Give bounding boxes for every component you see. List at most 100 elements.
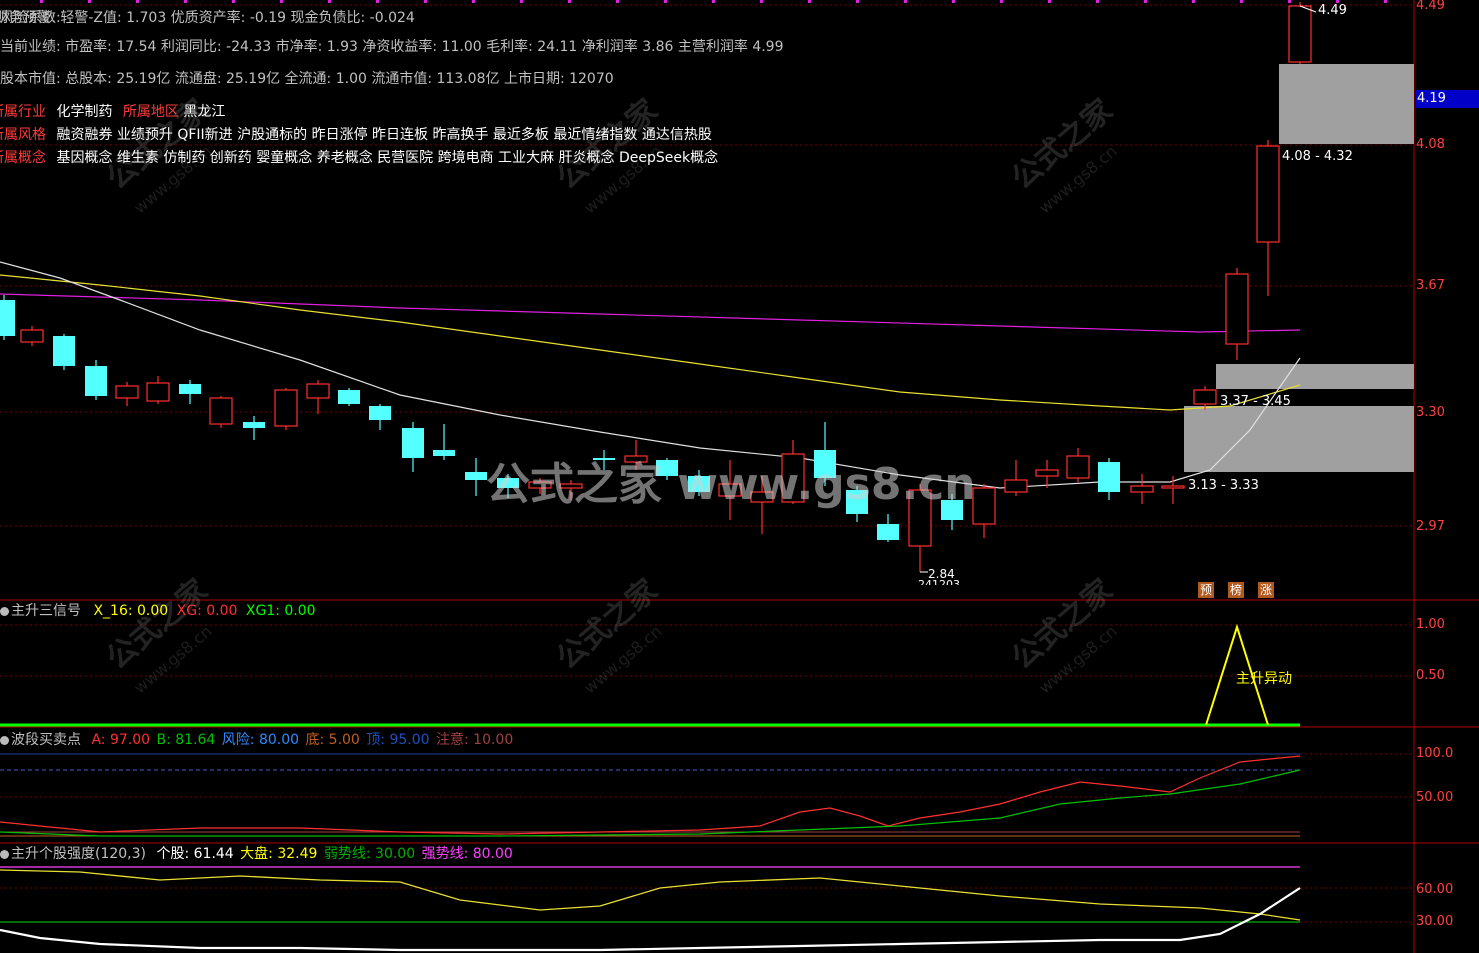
concept-line: 所属概念 基因概念 维生素 仿制药 创新药 婴童概念 养老概念 民营医院 跨境电… <box>0 149 718 167</box>
region-label: 所属地区 <box>122 104 179 120</box>
industry-value: 化学制药 <box>56 104 113 120</box>
candle-body <box>908 489 932 547</box>
indicator-dot-icon[interactable] <box>0 849 9 859</box>
candle-body <box>85 366 107 396</box>
axis-tick: 60.00 <box>1416 882 1454 897</box>
top-tick <box>1144 0 1147 3</box>
candle-body <box>750 491 774 503</box>
candle-body <box>593 458 615 460</box>
signal-tag: 预 <box>1198 582 1214 598</box>
top-tick <box>424 0 427 3</box>
candle-body <box>146 382 170 402</box>
candle-body <box>1193 389 1217 405</box>
candle-body <box>688 476 710 492</box>
candle-body <box>718 483 742 497</box>
top-tick <box>1000 0 1003 3</box>
ind2-item: A: 97.00 <box>91 732 151 748</box>
top-tick <box>664 0 667 3</box>
price-tick: 4.49 <box>1416 0 1445 13</box>
top-tick <box>568 0 571 3</box>
industry-label: 所属行业 <box>0 104 46 120</box>
candle-body <box>1035 469 1059 477</box>
ind1-item: X_16: 0.00 <box>93 603 169 619</box>
price-tick: 4.08 <box>1416 137 1445 152</box>
top-tick <box>520 0 523 3</box>
ma-line-magenta <box>0 293 1301 333</box>
ind2-item: 顶: 95.00 <box>366 732 430 748</box>
candle-body <box>1098 462 1120 492</box>
ind3-item: 强势线: 80.00 <box>421 846 513 862</box>
top-tick <box>184 0 187 3</box>
candle-body <box>20 329 44 343</box>
indicator-dot-icon[interactable] <box>0 735 9 745</box>
ind2-item: 风险: 80.00 <box>221 732 300 748</box>
top-tick <box>1288 0 1291 3</box>
signal-tag: 榜 <box>1228 582 1244 598</box>
lower-zone-label: 3.13 - 3.33 <box>1188 478 1259 493</box>
price-tick: 2.97 <box>1416 519 1445 534</box>
ind2-item: 底: 5.00 <box>305 732 360 748</box>
candle-body <box>624 455 648 463</box>
candle-body <box>846 490 868 514</box>
current-price-badge: 4.19 <box>1416 90 1479 108</box>
market-cap-info-line: 股本市值: 总股本: 25.19亿 流通盘: 25.19亿 全流通: 1.00 … <box>0 71 614 87</box>
candle-body <box>243 422 265 428</box>
candle-body <box>656 460 678 476</box>
candle-body <box>0 300 15 336</box>
axis-tick: 30.00 <box>1416 914 1454 929</box>
candle-body <box>369 406 391 420</box>
concept-value: 基因概念 维生素 仿制药 创新药 婴童概念 养老概念 民营医院 跨境电商 工业大… <box>56 150 719 166</box>
indicator1-header: 主升三信号 X_16: 0.00 XG: 0.00 XG1: 0.00 <box>0 602 316 620</box>
ind3-item: 个股: 61.44 <box>156 846 234 862</box>
mid-zone-label: 3.37 - 3.45 <box>1220 394 1291 409</box>
candle-body <box>433 450 455 456</box>
top-tick <box>472 0 475 3</box>
top-tick <box>616 0 619 3</box>
risk-info-line: 风险系数: 财务预警: 轻警-Z值: 1.703 优质资产率: -0.19 现金… <box>0 10 415 26</box>
indicator-dot-icon[interactable] <box>0 606 9 616</box>
axis-tick: 0.50 <box>1416 668 1445 683</box>
top-tick <box>280 0 283 3</box>
candle-body <box>465 472 487 480</box>
high-price-label: 4.49 <box>1318 3 1347 18</box>
ind3-item: 大盘: 32.49 <box>240 846 318 862</box>
candle-body <box>1161 485 1185 489</box>
ind1-item: XG1: 0.00 <box>245 603 316 619</box>
axis-tick: 1.00 <box>1416 617 1445 632</box>
region-value: 黑龙江 <box>183 104 226 120</box>
top-tick <box>1096 0 1099 3</box>
upper-zone <box>1279 64 1414 144</box>
candle-body <box>209 397 233 425</box>
performance-info-line: 当前业绩: 市盈率: 17.54 利润同比: -24.33 市净率: 1.93 … <box>0 39 784 55</box>
top-tick <box>136 0 139 3</box>
top-tick <box>88 0 91 3</box>
candle-body <box>306 383 330 399</box>
ind1-item: XG: 0.00 <box>176 603 238 619</box>
indicator1-title[interactable]: 主升三信号 <box>11 603 81 619</box>
signal-tag: 涨 <box>1258 582 1274 598</box>
top-tick <box>808 0 811 3</box>
top-tick <box>376 0 379 3</box>
ind3-market-line <box>0 869 1301 921</box>
candle-body <box>115 385 139 399</box>
candle-body <box>179 384 201 394</box>
candle-body <box>497 478 519 488</box>
candle-body <box>338 390 360 404</box>
top-tick <box>1048 0 1051 3</box>
top-tick <box>856 0 859 3</box>
top-tick <box>712 0 715 3</box>
industry-line: 所属行业 化学制药 所属地区 黑龙江 <box>0 103 225 121</box>
candle-body <box>402 428 424 458</box>
style-label: 所属风格 <box>0 127 46 143</box>
indicator1-annotation: 主升异动 <box>1236 671 1292 687</box>
ind2-item: 注意: 10.00 <box>436 732 514 748</box>
concept-label: 所属概念 <box>0 150 46 166</box>
candle-body <box>53 336 75 366</box>
indicator2-title[interactable]: 波段买卖点 <box>11 732 81 748</box>
candle-body <box>274 389 298 427</box>
ind2-line-b <box>0 769 1301 837</box>
top-tick <box>760 0 763 3</box>
indicator3-title[interactable]: 主升个股强度(120,3) <box>11 846 146 862</box>
mid-zone <box>1216 364 1414 389</box>
ind2-line-a <box>0 755 1301 835</box>
